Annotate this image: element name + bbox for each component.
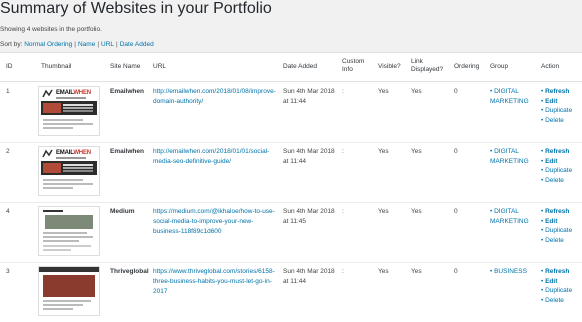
emailwhen-logo-icon [42,89,53,98]
duplicate-link[interactable]: Duplicate [545,167,572,174]
col-date-added: Date Added [283,63,317,70]
refresh-link[interactable]: Refresh [545,268,569,275]
row-visible: Yes [378,88,389,95]
sort-bar: Sort by: Normal Ordering | Name | URL | Date A… [0,41,154,48]
table-row: 2 EMAILWHEN Emailwhen http://emailwhen.c… [0,142,582,203]
row-id: 3 [6,268,10,275]
table-header: ID Thumbnail Site Name URL Date Added Cu… [0,53,582,82]
thumbnail-image[interactable]: EMAILWHEN [38,86,100,136]
row-date-added: Sun 4th Mar 2018 at 11:44 [283,268,335,285]
delete-link[interactable]: Delete [545,177,564,184]
row-link-displayed: Yes [411,208,422,215]
col-site-name: Site Name [110,63,141,70]
col-url: URL [153,63,167,70]
thumbnail-image[interactable]: EMAILWHEN [38,146,100,196]
row-url-link[interactable]: https://medium.com/@ikhaloe/how-to-use-s… [153,208,275,235]
row-actions: • Refresh • Edit • Duplicate • Delete [541,88,573,124]
refresh-link[interactable]: Refresh [545,148,569,155]
row-custom-info: : [342,268,344,275]
col-thumbnail: Thumbnail [41,63,72,70]
edit-link[interactable]: Edit [545,218,557,225]
row-ordering: 0 [454,208,458,215]
delete-link[interactable]: Delete [545,237,564,244]
thumbnail-image[interactable] [38,206,100,256]
row-link-displayed: Yes [411,148,422,155]
row-ordering: 0 [454,148,458,155]
row-custom-info: : [342,88,344,95]
row-site-name: Emailwhen [110,88,144,95]
sort-label: Sort by: [0,41,23,48]
edit-link[interactable]: Edit [545,278,557,285]
thumbnail-image[interactable] [38,266,100,316]
refresh-link[interactable]: Refresh [545,88,569,95]
website-count: Showing 4 websites in the portfolio. [0,26,102,33]
sort-name-link[interactable]: Name [78,41,95,48]
row-actions: • Refresh • Edit • Duplicate • Delete [541,208,573,244]
row-id: 2 [6,148,10,155]
row-group[interactable]: • DIGITAL MARKETING [490,147,536,167]
row-visible: Yes [378,268,389,275]
row-id: 1 [6,88,10,95]
row-group-label: DIGITAL MARKETING [490,88,529,105]
row-group-label: DIGITAL MARKETING [490,148,529,165]
row-link-displayed: Yes [411,268,422,275]
emailwhen-logo-icon [42,149,53,158]
row-url-link[interactable]: https://www.thriveglobal.com/stories/615… [153,268,275,295]
portfolio-table: ID Thumbnail Site Name URL Date Added Cu… [0,52,582,322]
row-group[interactable]: • DIGITAL MARKETING [490,87,536,107]
row-ordering: 0 [454,268,458,275]
col-visible: Visible? [378,63,401,70]
row-custom-info: : [342,148,344,155]
row-date-added: Sun 4th Mar 2018 at 11:44 [283,88,335,105]
sort-normal-link[interactable]: Normal Ordering [24,41,72,48]
row-group[interactable]: • DIGITAL MARKETING [490,207,536,227]
duplicate-link[interactable]: Duplicate [545,227,572,234]
edit-link[interactable]: Edit [545,158,557,165]
table-row: 1 EMAILWHEN Emailwhen http://emailwhen.c… [0,82,582,143]
table-row: 3 Thriveglobal https://www.thriveglobal.… [0,262,582,322]
sort-date-link[interactable]: Date Added [120,41,154,48]
row-group-label: BUSINESS [494,268,527,275]
row-group-label: DIGITAL MARKETING [490,208,529,225]
col-group: Group [490,63,509,70]
refresh-link[interactable]: Refresh [545,208,569,215]
row-visible: Yes [378,208,389,215]
row-url-link[interactable]: http://emailwhen.com/2018/01/08/improve-… [153,88,276,105]
col-link-displayed: Link Displayed? [411,58,444,73]
duplicate-link[interactable]: Duplicate [545,287,572,294]
row-actions: • Refresh • Edit • Duplicate • Delete [541,268,573,304]
row-site-name: Medium [110,208,135,215]
col-custom-info: Custom Info [342,58,365,73]
col-ordering: Ordering [454,63,480,70]
row-actions: • Refresh • Edit • Duplicate • Delete [541,148,573,184]
row-site-name: Emailwhen [110,148,144,155]
page-title: Summary of Websites in your Portfolio [0,0,272,17]
row-date-added: Sun 4th Mar 2018 at 11:45 [283,208,335,225]
col-action: Action [541,63,560,70]
row-date-added: Sun 4th Mar 2018 at 11:44 [283,148,335,165]
row-url-link[interactable]: http://emailwhen.com/2018/01/01/social-m… [153,148,269,165]
col-id: ID [6,63,13,70]
row-visible: Yes [378,148,389,155]
delete-link[interactable]: Delete [545,297,564,304]
duplicate-link[interactable]: Duplicate [545,107,572,114]
delete-link[interactable]: Delete [545,117,564,124]
row-ordering: 0 [454,88,458,95]
sort-url-link[interactable]: URL [101,41,114,48]
edit-link[interactable]: Edit [545,98,557,105]
row-link-displayed: Yes [411,88,422,95]
row-custom-info: : [342,208,344,215]
table-row: 4 Medium https://medium.com/@ikhaloe/how… [0,202,582,263]
row-site-name: Thriveglobal [110,268,149,275]
row-id: 4 [6,208,10,215]
row-group[interactable]: • BUSINESS [490,267,536,277]
